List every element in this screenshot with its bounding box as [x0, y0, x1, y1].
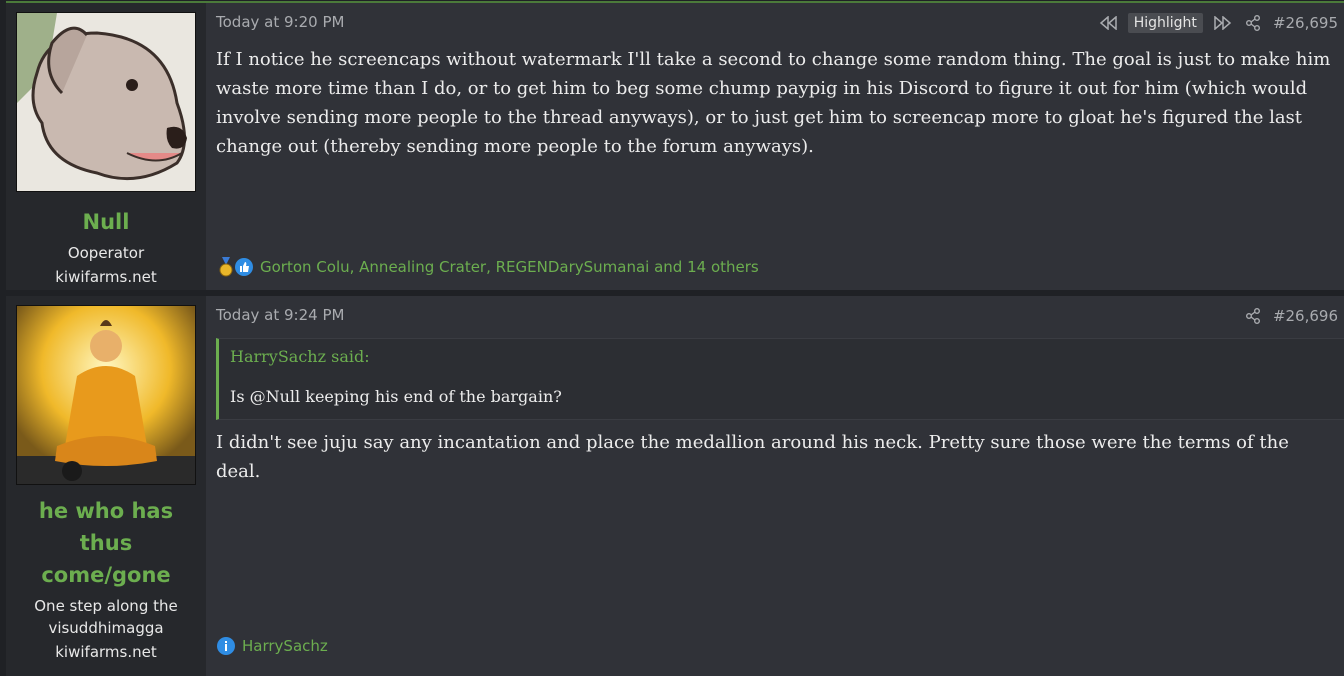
user-title: One step along the visuddhimagga	[34, 597, 178, 637]
reaction-users[interactable]: Gorton Colu, Annealing Crater, REGENDary…	[260, 258, 759, 276]
post-body: Today at 9:20 PM Highlight #26,695 If I …	[206, 3, 1344, 290]
reactions-bar[interactable]: HarrySachz	[216, 636, 328, 656]
post-number[interactable]: #26,695	[1273, 14, 1338, 32]
post-timestamp[interactable]: Today at 9:20 PM	[216, 13, 344, 31]
rewind-icon[interactable]	[1098, 13, 1118, 33]
fast-forward-icon[interactable]	[1213, 13, 1233, 33]
user-panel: he who has thus come/gone One step along…	[6, 296, 206, 676]
user-title: Ooperator	[67, 244, 145, 262]
post-number[interactable]: #26,696	[1273, 307, 1338, 325]
share-icon[interactable]	[1243, 306, 1263, 326]
post-actions: Highlight #26,695	[1098, 13, 1338, 33]
username[interactable]: he who has thus come/gone	[26, 495, 186, 591]
user-site: kiwifarms.net	[55, 268, 157, 286]
user-site: kiwifarms.net	[55, 643, 157, 661]
post: he who has thus come/gone One step along…	[6, 296, 1344, 676]
post-timestamp[interactable]: Today at 9:24 PM	[216, 306, 344, 324]
post-actions: #26,696	[1243, 306, 1338, 326]
reactions-bar[interactable]: Gorton Colu, Annealing Crater, REGENDary…	[216, 257, 759, 277]
quote-author[interactable]: HarrySachz said:	[230, 347, 370, 366]
user-panel: Null Ooperator kiwifarms.net	[6, 3, 206, 290]
username[interactable]: Null	[26, 206, 186, 238]
post: Null Ooperator kiwifarms.net Today at 9:…	[6, 1, 1344, 290]
quote-text: Is @Null keeping his end of the bargain?	[230, 387, 562, 406]
post-text: I didn't see juju say any incantation an…	[216, 432, 1289, 482]
share-icon[interactable]	[1243, 13, 1263, 33]
avatar[interactable]	[16, 305, 196, 485]
post-text: If I notice he screencaps without waterm…	[216, 49, 1331, 157]
medal-icon	[216, 257, 236, 277]
highlight-button[interactable]: Highlight	[1127, 13, 1203, 33]
quote-block: HarrySachz said: Is @Null keeping his en…	[216, 338, 1344, 420]
info-icon	[216, 636, 236, 656]
like-icon	[234, 257, 254, 277]
reaction-users[interactable]: HarrySachz	[242, 637, 328, 655]
post-body: Today at 9:24 PM #26,696 HarrySachz said…	[206, 296, 1344, 676]
avatar[interactable]	[16, 12, 196, 192]
